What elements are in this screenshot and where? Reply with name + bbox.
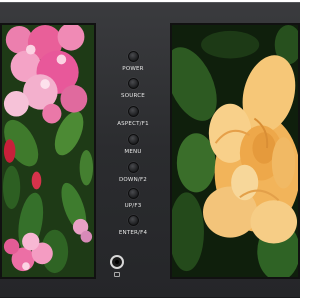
right-monitor-screen: [170, 23, 300, 279]
up-f3-label: UP/F3: [124, 203, 142, 209]
down-f2-button[interactable]: DOWN/F2: [96, 162, 170, 190]
power-button[interactable]: POWER: [96, 51, 170, 79]
source-button[interactable]: SOURCE: [96, 78, 170, 106]
down-f2-knob[interactable]: [127, 162, 139, 173]
menu-knob[interactable]: [127, 134, 139, 145]
menu-button[interactable]: MENU: [96, 134, 170, 162]
source-knob[interactable]: [127, 78, 139, 89]
power-label: POWER: [122, 66, 144, 72]
usb-port-icon[interactable]: [114, 272, 120, 277]
aspect-f1-label: ASPECT/F1: [117, 121, 149, 127]
source-label: SOURCE: [121, 93, 145, 99]
control-panel: POWER SOURCE ASPECT/F1 MENU DOWN/F2 UP/F…: [96, 23, 170, 279]
up-f3-knob[interactable]: [127, 188, 139, 199]
dual-monitor-device: POWER SOURCE ASPECT/F1 MENU DOWN/F2 UP/F…: [0, 2, 300, 298]
aspect-f1-knob[interactable]: [127, 106, 139, 117]
enter-f4-knob[interactable]: [127, 215, 139, 226]
up-f3-button[interactable]: UP/F3: [96, 188, 170, 216]
down-f2-label: DOWN/F2: [118, 177, 148, 183]
yellow-rose-image: [172, 25, 298, 277]
audio-jack-icon[interactable]: [110, 255, 124, 269]
menu-label: MENU: [124, 149, 142, 155]
enter-f4-label: ENTER/F4: [118, 230, 148, 236]
left-monitor-screen: [0, 23, 96, 279]
power-knob[interactable]: [127, 51, 139, 62]
aspect-f1-button[interactable]: ASPECT/F1: [96, 106, 170, 134]
pink-flowers-image: [2, 25, 94, 277]
enter-f4-button[interactable]: ENTER/F4: [96, 215, 170, 243]
